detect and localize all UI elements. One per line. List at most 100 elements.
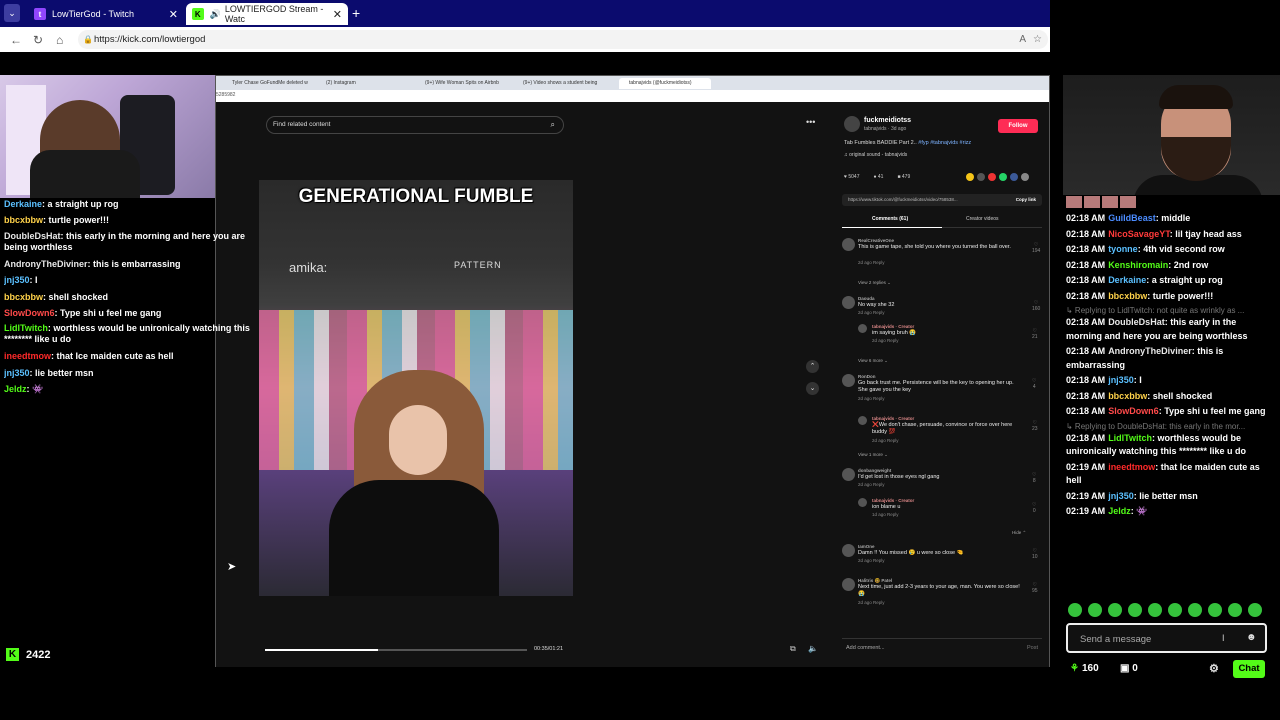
follow-button: Follow (998, 119, 1038, 133)
store-sign-right: PATTERN (454, 260, 502, 270)
comment-author: donbangweight (858, 468, 892, 473)
chat-username[interactable]: bbcxbbw (1108, 291, 1147, 301)
chat-message: 02:18 AM DoubleDsHat: this early in the m… (1066, 316, 1266, 343)
quick-emote-icon[interactable] (1108, 603, 1122, 617)
quick-emote-icon[interactable] (1148, 603, 1162, 617)
comment-expand-link: Hide ⌃ (1012, 530, 1027, 535)
chat-username[interactable]: Derkaine (1108, 275, 1146, 285)
close-tab-icon[interactable]: ✕ (333, 8, 342, 21)
emote-strip (1066, 196, 1136, 208)
comment-like-count: ♡ 10 (1032, 548, 1038, 560)
chat-username[interactable]: LidlTwitch (1108, 433, 1152, 443)
account-avatar (844, 116, 860, 132)
chat-text: : lil tjay head ass (1169, 228, 1242, 239)
chat-text: : middle (1155, 213, 1191, 223)
captions-icon: ⧉ (790, 644, 796, 653)
chat-username: jnj350 (4, 275, 30, 286)
chat-username[interactable]: Jeldz (1108, 506, 1131, 516)
chat-timestamp: 02:18 AM (1066, 375, 1106, 385)
comment-avatar (858, 498, 867, 507)
chat-username[interactable]: SlowDown6 (1108, 406, 1159, 416)
chat-input[interactable] (1080, 631, 1220, 647)
inner-tab: (9+) Video shows a student being (523, 80, 598, 86)
chat-input-box[interactable]: I ☻ (1066, 623, 1267, 653)
channel-points[interactable]: ⚘ 160 (1070, 663, 1099, 674)
chat-username[interactable]: jnj350 (1108, 491, 1134, 501)
comment-author: IamOne (858, 544, 875, 549)
chat-username[interactable]: DoubleDsHat (1108, 317, 1165, 327)
comment-text: I'd get lost in those eyes ngl gang (858, 474, 940, 480)
tab-label: LOWTIERGOD Stream - Watc (224, 4, 324, 24)
chat-timestamp: 02:18 AM (1066, 346, 1106, 356)
comment-like-count: ♡ 21 (1032, 328, 1038, 340)
tab-list-menu-icon[interactable]: ⌄ (4, 4, 20, 22)
chat-username[interactable]: AndronyTheDiviner (1108, 346, 1192, 356)
read-aloud-icon[interactable]: A (1019, 30, 1026, 49)
comment-avatar (858, 324, 867, 333)
chat-footer: ⚘ 160 ▣ 0 ⚙ Chat (1070, 660, 1270, 680)
volume-icon: 🔈 (808, 644, 818, 653)
comment-text: Next time, just add 2-3 years to your ag… (858, 584, 1020, 597)
reload-icon[interactable]: ↻ (33, 33, 43, 47)
chat-send-button[interactable]: Chat (1233, 660, 1265, 678)
home-icon[interactable]: ⌂ (56, 33, 63, 47)
comment-like-count: ♡ 194 (1032, 242, 1041, 254)
post-button: Post (1026, 645, 1038, 651)
comment-text: im saying bruh 😭 (872, 330, 917, 336)
chat-text: : a straight up rog (1146, 275, 1223, 285)
comment-like-count: ♡ 23 (1032, 420, 1038, 432)
overlay-chat-message: jnj350: lie better msn (4, 365, 254, 381)
video-progress-bar (265, 649, 527, 651)
chat-timestamp: 02:18 AM (1066, 317, 1106, 327)
tab-kick[interactable]: K 🔊 LOWTIERGOD Stream - Watc ✕ (186, 3, 348, 25)
store-count[interactable]: ▣ 0 (1120, 663, 1138, 674)
screen-root: ⌄ t LowTierGod - Twitch ✕ K 🔊 LOWTIERGOD… (0, 0, 1280, 720)
address-bar-row: ← ↻ ⌂ 🔒 https://kick.com/lowtiergod A ☆ (0, 27, 1050, 52)
back-icon[interactable]: ← (10, 33, 22, 47)
quick-emote-icon[interactable] (1128, 603, 1142, 617)
chat-messages: 02:18 AM GuildBeast: middle 02:18 AM NicoSa… (1066, 212, 1266, 521)
search-icon: ⌕ (550, 120, 555, 129)
close-tab-icon[interactable]: ✕ (169, 8, 178, 21)
emote-picker-icon[interactable]: ☻ (1246, 632, 1257, 643)
tab-twitch[interactable]: t LowTierGod - Twitch ✕ (28, 3, 184, 25)
comment-author: RealCreativeOne (858, 238, 895, 243)
quick-emote-icon[interactable] (1248, 603, 1262, 617)
comment-avatar (858, 416, 867, 425)
url-field[interactable]: 🔒 https://kick.com/lowtiergod A ☆ (78, 30, 1048, 49)
chat-username[interactable]: jnj350 (1108, 375, 1134, 385)
quick-emote-icon[interactable] (1068, 603, 1082, 617)
quick-emote-icon[interactable] (1168, 603, 1182, 617)
comment-text: Damn !! You missed 😢 u were so close 🤏 (858, 550, 964, 556)
gear-icon[interactable]: ⚙ (1209, 662, 1219, 675)
overlay-chat-message: Jeldz: 👾 (4, 381, 254, 397)
store-sign-left: amika: (289, 260, 328, 275)
comment-avatar (842, 578, 855, 591)
quick-emote-icon[interactable] (1208, 603, 1222, 617)
browser-tab-bar: ⌄ t LowTierGod - Twitch ✕ K 🔊 LOWTIERGOD… (0, 0, 1050, 27)
chat-username[interactable]: Kenshiromain (1108, 260, 1168, 270)
speaker-icon[interactable]: 🔊 (210, 9, 221, 20)
previous-video-icon: ⌃ (806, 360, 819, 373)
favorite-star-icon[interactable]: ☆ (1033, 30, 1042, 49)
quick-emote-icon[interactable] (1088, 603, 1102, 617)
quick-emote-icon[interactable] (1228, 603, 1242, 617)
chat-text: : 2nd row (1168, 259, 1209, 270)
comment-author: Daouda (858, 296, 875, 301)
chat-username[interactable]: bbcxbbw (1108, 391, 1147, 401)
quick-emote-icon[interactable] (1188, 603, 1202, 617)
chat-timestamp: 02:18 AM (1066, 290, 1106, 301)
chat-username[interactable]: NicoSavageYT (1108, 229, 1170, 239)
new-tab-icon[interactable]: + (352, 5, 360, 21)
viewer-count: K 2422 (6, 648, 50, 661)
chat-timestamp: 02:19 AM (1066, 506, 1106, 516)
chat-username[interactable]: tyonne (1108, 244, 1138, 254)
chat-username[interactable]: GuildBeast (1108, 213, 1156, 223)
chat-username[interactable]: ineedtmow (1108, 462, 1155, 472)
comment-text: This is game tape, she told you where yo… (858, 244, 1011, 250)
comment-author: tabnajvids · Creator (872, 416, 915, 421)
account-name: fuckmeidiotss (864, 117, 912, 124)
account-sub: tabnajvids · 3d ago (864, 126, 907, 132)
chat-message: 02:18 AM tyonne: 4th vid second row (1066, 243, 1266, 257)
chat-text: : I (1133, 375, 1142, 385)
